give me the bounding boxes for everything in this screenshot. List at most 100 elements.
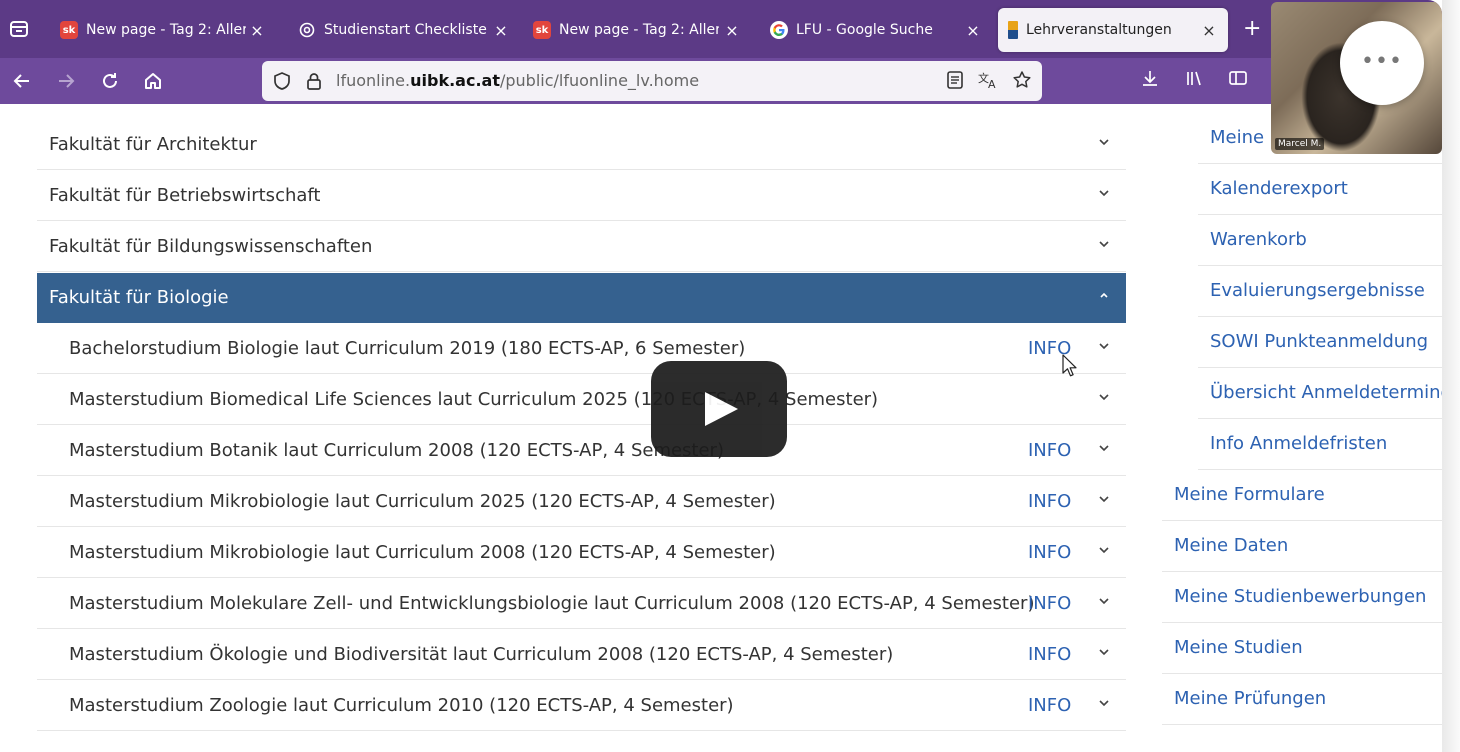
- library-button[interactable]: [1184, 68, 1204, 93]
- chevron-down-icon[interactable]: [1095, 592, 1113, 610]
- info-link[interactable]: INFO: [1028, 440, 1071, 461]
- home-button[interactable]: [140, 68, 166, 94]
- side-link-studien[interactable]: Meine Studien: [1162, 624, 1442, 674]
- video-play-button[interactable]: [651, 361, 787, 457]
- url-bar[interactable]: lfuonline.uibk.ac.at/public/lfuonline_lv…: [262, 61, 1042, 101]
- side-link-label: Evaluierungsergebnisse: [1210, 280, 1425, 301]
- back-button[interactable]: [9, 68, 35, 94]
- svg-text:A: A: [988, 78, 996, 90]
- program-row[interactable]: Bachelorstudium Biologie laut Curriculum…: [37, 324, 1126, 374]
- tab-new-page-1[interactable]: sk New page - Tag 2: Aller Ar ×: [52, 8, 274, 52]
- program-label: Masterstudium Zoologie laut Curriculum 2…: [69, 695, 734, 716]
- program-row[interactable]: Masterstudium Biomedical Life Sciences l…: [37, 375, 1126, 425]
- side-link-sowi-punkteanmeldung[interactable]: SOWI Punkteanmeldung: [1198, 318, 1442, 368]
- faculty-label: Fakultät für Architektur: [49, 134, 257, 155]
- chevron-down-icon[interactable]: [1095, 490, 1113, 508]
- info-link[interactable]: INFO: [1028, 695, 1071, 716]
- program-row[interactable]: Masterstudium Botanik laut Curriculum 20…: [37, 426, 1126, 476]
- info-link[interactable]: INFO: [1028, 542, 1071, 563]
- side-link-kalenderexport[interactable]: Kalenderexport: [1198, 165, 1442, 215]
- new-tab-button[interactable]: +: [1243, 16, 1261, 42]
- translate-icon[interactable]: 文A: [978, 70, 1000, 95]
- chevron-down-icon[interactable]: [1095, 133, 1113, 151]
- program-row[interactable]: Masterstudium Molekulare Zell- und Entwi…: [37, 579, 1126, 629]
- tab-lehrveranstaltungen[interactable]: Lehrveranstaltungen ×: [998, 8, 1228, 52]
- forward-button[interactable]: [53, 68, 79, 94]
- side-link-evaluierungsergebnisse[interactable]: Evaluierungsergebnisse: [1198, 267, 1442, 317]
- program-label: Masterstudium Mikrobiologie laut Curricu…: [69, 491, 776, 512]
- close-icon[interactable]: ×: [492, 21, 510, 40]
- lock-icon[interactable]: [304, 71, 324, 91]
- arrow-left-icon: [13, 74, 29, 88]
- faculty-row-architektur[interactable]: Fakultät für Architektur: [37, 120, 1126, 170]
- faculty-label: Fakultät für Bildungswissenschaften: [49, 236, 373, 257]
- mouse-cursor-icon: [1062, 354, 1077, 377]
- program-label: Masterstudium Mikrobiologie laut Curricu…: [69, 542, 776, 563]
- info-link[interactable]: INFO: [1028, 644, 1071, 665]
- close-icon[interactable]: ×: [248, 21, 266, 40]
- tab-label: Lehrveranstaltungen: [1026, 22, 1172, 38]
- star-icon[interactable]: [1012, 70, 1032, 95]
- side-link-label: SOWI Punkteanmeldung: [1210, 331, 1429, 352]
- uibk-icon: [1008, 21, 1018, 39]
- side-link-warenkorb[interactable]: Warenkorb: [1198, 216, 1442, 266]
- faculty-row-betriebswirtschaft[interactable]: Fakultät für Betriebswirtschaft: [37, 171, 1126, 221]
- side-link-studienbewerbungen[interactable]: Meine Studienbewerbungen: [1162, 573, 1442, 623]
- tab-studienstart[interactable]: Studienstart Checkliste ×: [290, 8, 518, 52]
- chevron-down-icon[interactable]: [1095, 337, 1113, 355]
- close-icon[interactable]: ×: [723, 21, 741, 40]
- program-label: Masterstudium Botanik laut Curriculum 20…: [69, 440, 724, 461]
- info-link[interactable]: INFO: [1028, 491, 1071, 512]
- program-row[interactable]: Masterstudium Mikrobiologie laut Curricu…: [37, 528, 1126, 578]
- close-icon[interactable]: ×: [964, 21, 982, 40]
- chevron-down-icon[interactable]: [1095, 643, 1113, 661]
- chevron-down-icon[interactable]: [1095, 694, 1113, 712]
- side-link-label: Übersicht Anmeldetermine: [1210, 382, 1442, 403]
- side-link-daten[interactable]: Meine Daten: [1162, 522, 1442, 572]
- chevron-down-icon[interactable]: [1095, 235, 1113, 253]
- program-row[interactable]: Masterstudium Ökologie und Biodiversität…: [37, 630, 1126, 680]
- play-icon: [705, 392, 738, 426]
- reload-button[interactable]: [97, 68, 123, 94]
- library-icon: [1187, 71, 1201, 86]
- browser-window: sk New page - Tag 2: Aller Ar × Studiens…: [0, 0, 1442, 752]
- chevron-down-icon[interactable]: [1095, 541, 1113, 559]
- url-text[interactable]: lfuonline.uibk.ac.at/public/lfuonline_lv…: [336, 71, 699, 90]
- side-link-pruefungen[interactable]: Meine Prüfungen: [1162, 675, 1442, 725]
- downloads-button[interactable]: [1140, 68, 1160, 93]
- faculty-row-biologie[interactable]: Fakultät für Biologie: [37, 273, 1126, 323]
- reader-view-icon[interactable]: [946, 70, 964, 95]
- side-link-label: Meine Prüfungen: [1174, 688, 1327, 709]
- shield-icon[interactable]: [272, 71, 292, 91]
- program-label: Bachelorstudium Biologie laut Curriculum…: [69, 338, 746, 359]
- program-row[interactable]: Masterstudium Mikrobiologie laut Curricu…: [37, 477, 1126, 527]
- tab-google[interactable]: LFU - Google Suche ×: [762, 8, 990, 52]
- side-link-label: Kalenderexport: [1210, 178, 1348, 199]
- side-link-anmeldefristen[interactable]: Info Anmeldefristen: [1198, 420, 1442, 470]
- side-link-label: Warenkorb: [1210, 229, 1307, 250]
- chevron-down-icon[interactable]: [1095, 439, 1113, 457]
- sidebar-toggle-button[interactable]: [1228, 68, 1248, 93]
- tab-list-button[interactable]: [6, 16, 32, 42]
- side-link-anmeldetermine[interactable]: Übersicht Anmeldetermine: [1198, 369, 1442, 419]
- faculty-label: Fakultät für Betriebswirtschaft: [49, 185, 321, 206]
- google-icon: [770, 21, 788, 39]
- participant-name: Marcel M.: [1275, 138, 1325, 150]
- close-icon[interactable]: ×: [1200, 21, 1218, 40]
- info-link[interactable]: INFO: [1028, 593, 1071, 614]
- chevron-down-icon[interactable]: [1095, 388, 1113, 406]
- more-options-button[interactable]: •••: [1340, 21, 1424, 105]
- tab-label: LFU - Google Suche: [796, 22, 933, 38]
- chevron-up-icon[interactable]: [1095, 286, 1113, 304]
- url-prefix: lfuonline.: [336, 71, 411, 90]
- faculty-row-bildungswissenschaften[interactable]: Fakultät für Bildungswissenschaften: [37, 222, 1126, 272]
- window-edge-shadow: [1442, 0, 1460, 752]
- faculty-label: Fakultät für Biologie: [49, 287, 229, 308]
- program-label: Masterstudium Molekulare Zell- und Entwi…: [69, 593, 1035, 614]
- url-domain: uibk.ac.at: [410, 71, 500, 90]
- side-link-formulare[interactable]: Meine Formulare: [1162, 471, 1442, 521]
- program-row[interactable]: Masterstudium Zoologie laut Curriculum 2…: [37, 681, 1126, 731]
- tab-list-icon: [10, 21, 28, 37]
- chevron-down-icon[interactable]: [1095, 184, 1113, 202]
- tab-new-page-2[interactable]: sk New page - Tag 2: Aller Ar ×: [525, 8, 749, 52]
